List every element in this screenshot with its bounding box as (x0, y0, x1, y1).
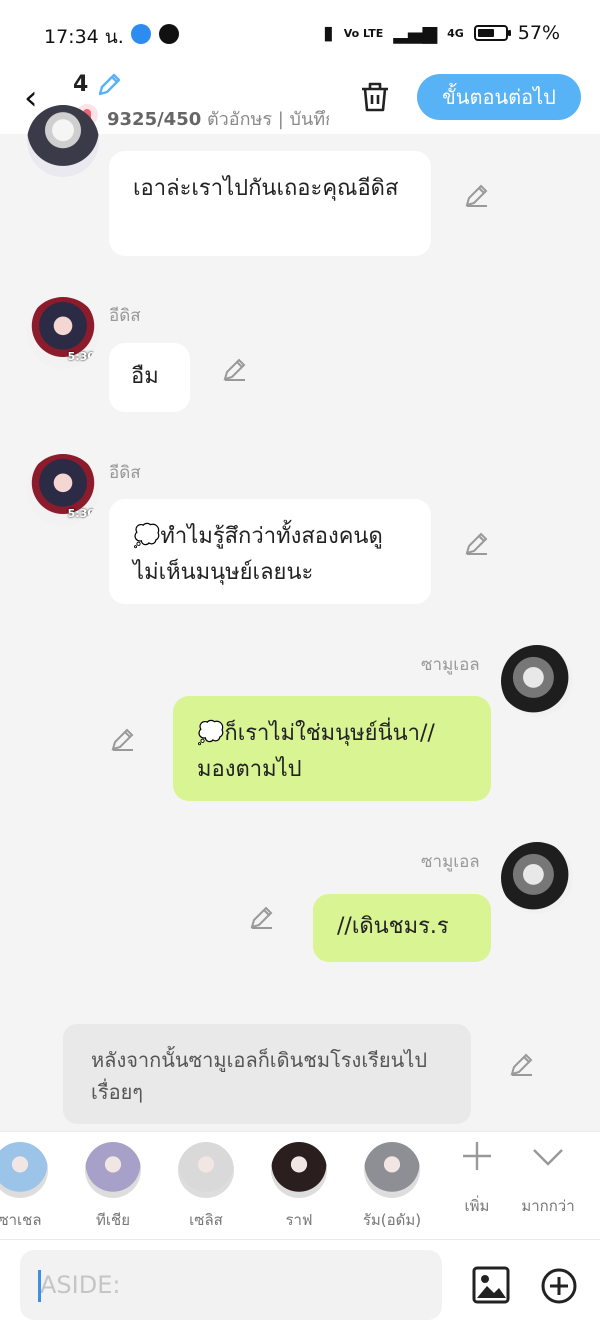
avatar-time: 5:30 (67, 507, 95, 520)
input-bar (0, 1239, 600, 1334)
volte-indicator: Vo LTE (343, 26, 384, 40)
avatar[interactable]: 5:30 (27, 297, 99, 369)
sender-name: ซามูเอล (421, 655, 480, 675)
edit-message-icon[interactable] (222, 356, 248, 382)
avatar[interactable]: 5:30 (27, 454, 99, 526)
status-bar: 17:34 น. ▮ Vo LTE ▂▄▆ 4G 57% (0, 0, 600, 66)
message-text: อืม (131, 364, 159, 389)
message-text: 💭ก็เราไม่ใช่มนุษย์นี่นา//มองตามไป (197, 721, 435, 782)
add-label: เพิ่ม (464, 1197, 490, 1215)
app-notification-icon (131, 24, 151, 44)
character-avatar[interactable] (85, 1142, 141, 1198)
add-character-button[interactable]: เพิ่ม (442, 1138, 512, 1218)
character-name: ทีเชีย (96, 1211, 130, 1229)
add-circle-icon[interactable] (540, 1267, 578, 1305)
sender-name: อีดิส (109, 463, 141, 483)
character-count: 9325/450 ตัวอักษร | บันทึก (107, 109, 329, 130)
character-selector: ซาเชล ทีเชีย เซลิส ราฟ รัม(อดัม) เพิ่ม ม… (0, 1131, 600, 1240)
edit-narration-icon[interactable] (509, 1051, 535, 1077)
message-bubble[interactable]: 💭ก็เราไม่ใช่มนุษย์นี่นา//มองตามไป (173, 696, 491, 801)
status-time: 17:34 น. (44, 26, 124, 48)
plus-icon (463, 1142, 491, 1170)
battery-icon (473, 25, 511, 41)
message-bubble[interactable]: //เดินชมร.ร (313, 894, 491, 962)
message-text: เอาล่ะเราไปกันเถอะคุณอีดิส (133, 176, 399, 201)
avatar-time: 5:30 (67, 350, 95, 363)
image-icon[interactable] (471, 1265, 511, 1305)
message-input[interactable] (20, 1250, 442, 1320)
edit-message-icon[interactable] (110, 726, 136, 752)
more-label: มากกว่า (521, 1197, 575, 1215)
avatar[interactable] (501, 645, 573, 717)
message-text: //เดินชมร.ร (337, 914, 449, 939)
character-name: รัม(อดัม) (362, 1211, 422, 1229)
character-avatar[interactable] (271, 1142, 327, 1198)
trash-icon[interactable] (358, 80, 392, 114)
avatar[interactable] (27, 105, 99, 177)
message-bubble[interactable]: 💭ทำไมรู้สึกว่าทั้งสองคนดูไม่เห็นมนุษย์เล… (109, 499, 431, 604)
avatar[interactable] (501, 842, 573, 914)
next-step-button[interactable]: ขั้นตอนต่อไป (417, 74, 581, 120)
character-avatar[interactable] (178, 1142, 234, 1198)
vibrate-icon: ▮ (323, 22, 334, 44)
text-cursor (38, 1270, 41, 1302)
narration-bubble[interactable]: หลังจากนั้นซามูเอลก็เดินชมโรงเรียนไปเรื่… (63, 1024, 471, 1124)
character-avatar[interactable] (364, 1142, 420, 1198)
character-name: ราฟ (285, 1211, 313, 1229)
message-text: 💭ทำไมรู้สึกว่าทั้งสองคนดูไม่เห็นมนุษย์เล… (133, 524, 383, 585)
line-icon (159, 24, 179, 44)
signal-icon: ▂▄▆ (393, 22, 438, 44)
edit-message-icon[interactable] (249, 904, 275, 930)
battery-level: 57% (517, 22, 560, 44)
network-type: 4G (447, 26, 464, 40)
narration-text: หลังจากนั้นซามูเอลก็เดินชมโรงเรียนไปเรื่… (91, 1048, 428, 1104)
edit-title-icon[interactable] (96, 72, 122, 98)
chevron-down-icon (533, 1149, 563, 1166)
character-avatar[interactable] (0, 1142, 48, 1198)
message-bubble[interactable]: อืม (109, 343, 190, 412)
status-indicators: ▮ Vo LTE ▂▄▆ 4G 57% (323, 22, 560, 44)
message-bubble[interactable]: เอาล่ะเราไปกันเถอะคุณอีดิส (109, 151, 431, 256)
character-name: เซลิส (189, 1211, 223, 1229)
edit-message-icon[interactable] (464, 530, 490, 556)
episode-count: 4 (73, 72, 89, 97)
more-button[interactable]: มากกว่า (513, 1138, 583, 1218)
sender-name: อีดิส (109, 306, 141, 326)
sender-name: ซามูเอล (421, 852, 480, 872)
edit-message-icon[interactable] (464, 182, 490, 208)
character-name: ซาเชล (0, 1211, 42, 1229)
back-icon[interactable]: ‹ (24, 78, 38, 118)
